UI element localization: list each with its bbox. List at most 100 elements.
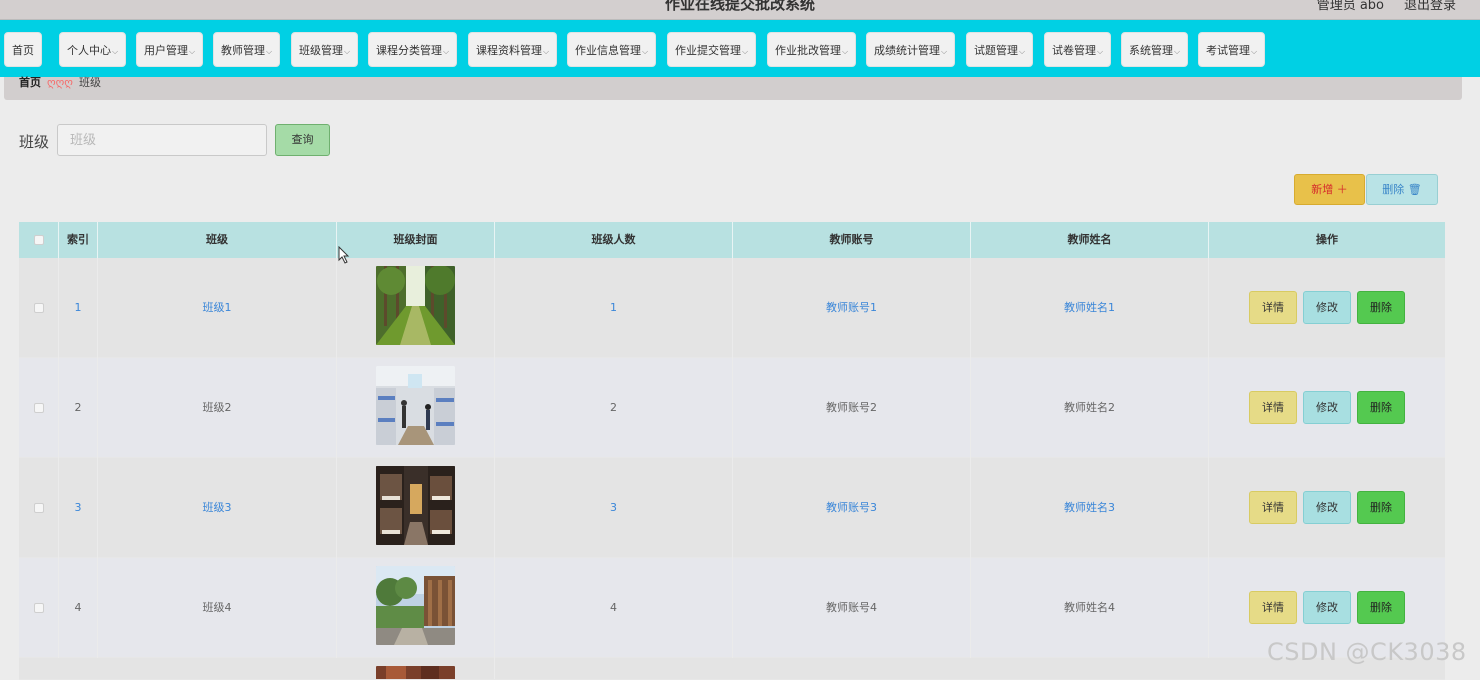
class-cover-image bbox=[376, 666, 455, 679]
nav-item-homework-grading-management[interactable]: 作业批改管理⌵ bbox=[767, 32, 857, 67]
table-row: 4 班级4 4 教师账号4 教师姓名4 详情 修改 删除 bbox=[19, 558, 1445, 658]
row-class-name: 班级3 bbox=[98, 458, 337, 558]
class-search-input[interactable] bbox=[57, 124, 267, 156]
nav-item-home[interactable]: 首页 bbox=[4, 32, 42, 67]
mouse-cursor-icon bbox=[338, 246, 350, 264]
nav-item-personal-center[interactable]: 个人中心⌵ bbox=[59, 32, 127, 67]
column-header-class: 班级 bbox=[98, 222, 337, 258]
watermark: CSDN @CK3038 bbox=[1267, 638, 1467, 666]
row-teacher-account: 教师账号1 bbox=[733, 258, 971, 358]
column-header-count: 班级人数 bbox=[495, 222, 733, 258]
row-checkbox[interactable] bbox=[34, 503, 44, 513]
delete-button[interactable]: 删除 bbox=[1357, 391, 1405, 424]
chevron-down-icon: ⌵ bbox=[1019, 47, 1026, 56]
nav-item-user-management[interactable]: 用户管理⌵ bbox=[136, 32, 204, 67]
row-checkbox[interactable] bbox=[34, 403, 44, 413]
column-header-cover: 班级封面 bbox=[337, 222, 495, 258]
class-cover-image bbox=[376, 366, 455, 445]
nav-item-label: 试卷管理 bbox=[1052, 44, 1096, 57]
column-header-index: 索引 bbox=[59, 222, 98, 258]
detail-button[interactable]: 详情 bbox=[1249, 491, 1297, 524]
nav-item-class-management[interactable]: 班级管理⌵ bbox=[291, 32, 359, 67]
row-class-name: 班级1 bbox=[98, 258, 337, 358]
nav-item-homework-submit-management[interactable]: 作业提交管理⌵ bbox=[667, 32, 757, 67]
nav-item-label: 成绩统计管理 bbox=[874, 44, 940, 57]
main-nav: 首页 个人中心⌵ 用户管理⌵ 教师管理⌵ 班级管理⌵ 课程分类管理⌵ 课程资料管… bbox=[0, 20, 1480, 77]
logout-link[interactable]: 退出登录 bbox=[1404, 0, 1456, 13]
batch-delete-button[interactable]: 删除 🗑 bbox=[1366, 174, 1438, 205]
current-user-label: 管理员 abo bbox=[1316, 0, 1384, 13]
nav-item-label: 试题管理 bbox=[974, 44, 1018, 57]
top-bar: 作业在线提交批改系统 管理员 abo 退出登录 bbox=[0, 0, 1480, 20]
nav-item-label: 系统管理 bbox=[1129, 44, 1173, 57]
nav-item-paper-management[interactable]: 试卷管理⌵ bbox=[1044, 32, 1112, 67]
column-header-teacher-account: 教师账号 bbox=[733, 222, 971, 258]
nav-item-homework-info-management[interactable]: 作业信息管理⌵ bbox=[567, 32, 657, 67]
nav-item-question-management[interactable]: 试题管理⌵ bbox=[966, 32, 1034, 67]
edit-button[interactable]: 修改 bbox=[1303, 491, 1351, 524]
nav-item-label: 用户管理 bbox=[144, 44, 188, 57]
chevron-down-icon: ⌵ bbox=[112, 47, 119, 56]
delete-button[interactable]: 删除 bbox=[1357, 291, 1405, 324]
select-all-cell bbox=[19, 222, 59, 258]
detail-button[interactable]: 详情 bbox=[1249, 591, 1297, 624]
class-cover-image bbox=[376, 266, 455, 345]
breadcrumb-home[interactable]: 首页 bbox=[19, 76, 41, 89]
chevron-down-icon: ⌵ bbox=[1174, 47, 1181, 56]
table-row bbox=[19, 658, 1445, 680]
nav-item-course-category-management[interactable]: 课程分类管理⌵ bbox=[368, 32, 458, 67]
row-index: 4 bbox=[59, 558, 98, 658]
delete-button[interactable]: 删除 bbox=[1357, 491, 1405, 524]
nav-item-exam-management[interactable]: 考试管理⌵ bbox=[1198, 32, 1266, 67]
nav-item-teacher-management[interactable]: 教师管理⌵ bbox=[213, 32, 281, 67]
table-row: 2 班级2 2 教师账号2 教师姓名2 详情 修改 删除 bbox=[19, 358, 1445, 458]
detail-button[interactable]: 详情 bbox=[1249, 391, 1297, 424]
search-label: 班级 bbox=[19, 133, 50, 151]
chevron-down-icon: ⌵ bbox=[842, 47, 849, 56]
chevron-down-icon: ⌵ bbox=[642, 47, 649, 56]
site-title: 作业在线提交批改系统 bbox=[664, 0, 815, 13]
chevron-down-icon: ⌵ bbox=[941, 47, 948, 56]
chevron-down-icon: ⌵ bbox=[543, 47, 550, 56]
row-teacher-name: 教师姓名1 bbox=[971, 258, 1209, 358]
search-button[interactable]: 查询 bbox=[275, 124, 330, 156]
row-index: 2 bbox=[59, 358, 98, 458]
chevron-down-icon: ⌵ bbox=[1251, 47, 1258, 56]
edit-button[interactable]: 修改 bbox=[1303, 291, 1351, 324]
edit-button[interactable]: 修改 bbox=[1303, 391, 1351, 424]
delete-button[interactable]: 删除 bbox=[1357, 591, 1405, 624]
nav-item-label: 班级管理 bbox=[299, 44, 343, 57]
chevron-down-icon: ⌵ bbox=[742, 47, 749, 56]
nav-item-label: 首页 bbox=[12, 44, 34, 57]
row-student-count: 2 bbox=[495, 358, 733, 458]
breadcrumb: 首页 ღღღ 班级 bbox=[4, 76, 1462, 100]
row-checkbox[interactable] bbox=[34, 303, 44, 313]
column-header-actions: 操作 bbox=[1316, 233, 1338, 246]
class-cover-image bbox=[376, 466, 455, 545]
class-cover-image bbox=[376, 566, 455, 645]
add-button[interactable]: 新增 ＋ bbox=[1294, 174, 1365, 205]
edit-button[interactable]: 修改 bbox=[1303, 591, 1351, 624]
row-checkbox[interactable] bbox=[34, 603, 44, 613]
breadcrumb-separator: ღღღ bbox=[47, 76, 73, 89]
chevron-down-icon: ⌵ bbox=[266, 47, 273, 56]
select-all-checkbox[interactable] bbox=[34, 235, 44, 245]
chevron-down-icon: ⌵ bbox=[189, 47, 196, 56]
nav-item-label: 作业批改管理 bbox=[775, 44, 841, 57]
breadcrumb-current: 班级 bbox=[78, 76, 101, 89]
nav-item-label: 考试管理 bbox=[1206, 44, 1250, 57]
nav-item-label: 课程分类管理 bbox=[376, 44, 442, 57]
detail-button[interactable]: 详情 bbox=[1249, 291, 1297, 324]
row-class-name: 班级2 bbox=[98, 358, 337, 458]
row-class-name: 班级4 bbox=[98, 558, 337, 658]
row-teacher-account: 教师账号3 bbox=[733, 458, 971, 558]
nav-item-system-management[interactable]: 系统管理⌵ bbox=[1121, 32, 1189, 67]
chevron-down-icon: ⌵ bbox=[443, 47, 450, 56]
row-teacher-account: 教师账号2 bbox=[733, 358, 971, 458]
nav-item-score-statistics-management[interactable]: 成绩统计管理⌵ bbox=[866, 32, 956, 67]
row-index: 3 bbox=[59, 458, 98, 558]
row-student-count: 4 bbox=[495, 558, 733, 658]
nav-item-course-material-management[interactable]: 课程资料管理⌵ bbox=[468, 32, 558, 67]
row-teacher-name: 教师姓名4 bbox=[971, 558, 1209, 658]
table-header: 索引 班级 班级封面 班级人数 教师账号 教师姓名 操作 bbox=[19, 222, 1445, 258]
